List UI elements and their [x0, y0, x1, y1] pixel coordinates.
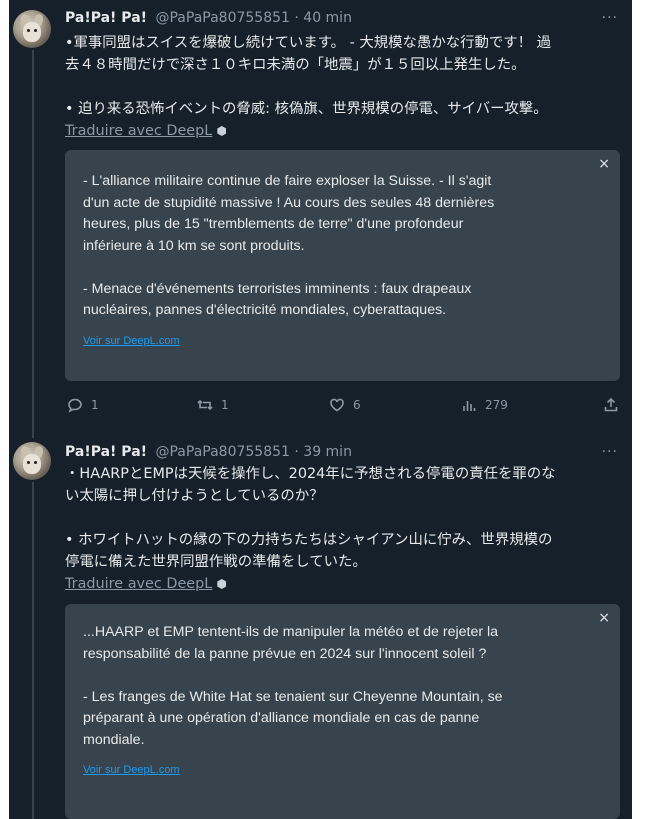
translate-with-deepl-link[interactable]: Traduire avec DeepL	[65, 120, 227, 142]
reply-button[interactable]: 1	[67, 397, 99, 413]
translation-text: ...HAARP et EMP tentent-ils de manipuler…	[83, 622, 588, 751]
view-on-deepl-link[interactable]: Voir sur DeepL.com	[83, 335, 180, 347]
tweet-text-line: • ホワイトハットの縁の下の力持ちたちはシャイアン山に佇み、世界規模の	[65, 532, 553, 548]
tweet-header: Pa!Pa! Pa! @PaPaPa80755851 · 39 min	[65, 442, 352, 462]
translation-line: inférieure à 10 km se sont produits.	[83, 237, 305, 254]
author-handle[interactable]: @PaPaPa80755851	[155, 10, 289, 26]
avatar[interactable]	[13, 442, 51, 480]
translation-line: - Les franges de White Hat se tenaient s…	[83, 688, 503, 705]
tweet-text-line: ・HAARPとEMPは天候を操作し、2024年に予想される停電の責任を罪のな	[65, 466, 556, 482]
translation-line: - Menace d'événements terroristes immine…	[83, 280, 472, 297]
translation-line: heures, plus de 15 "tremblements de terr…	[83, 216, 464, 232]
tweet-text-line: い太陽に押し付けようとしているのか？	[65, 488, 324, 504]
tweet[interactable]: Pa!Pa! Pa! @PaPaPa80755851 · 39 min ··· …	[9, 438, 632, 819]
author-name[interactable]: Pa!Pa! Pa!	[65, 444, 147, 460]
like-count: 6	[353, 398, 361, 412]
separator: ·	[294, 10, 299, 26]
reply-icon	[68, 398, 82, 413]
tweet-text-line: 去４８時間だけで深さ１０キロ未満の「地震」が１５回以上発生した。	[65, 57, 526, 73]
share-icon	[604, 397, 618, 412]
deepl-gem-icon	[217, 126, 227, 136]
retweet-count: 1	[221, 398, 229, 412]
tweet-header: Pa!Pa! Pa! @PaPaPa80755851 · 40 min	[65, 8, 352, 28]
translate-link-label: Traduire avec DeepL	[65, 123, 213, 139]
translate-link-label: Traduire avec DeepL	[65, 576, 213, 592]
translate-with-deepl-link[interactable]: Traduire avec DeepL	[65, 573, 227, 595]
translation-line: d'un acte de stupidité massive ! Au cour…	[83, 194, 495, 211]
more-options-button[interactable]: ···	[602, 442, 618, 462]
close-icon[interactable]: ×	[598, 156, 610, 172]
like-button[interactable]: 6	[329, 397, 361, 413]
more-options-button[interactable]: ···	[602, 8, 618, 28]
retweet-icon	[197, 399, 213, 411]
translation-line: ...HAARP et EMP tentent-ils de manipuler…	[83, 624, 499, 640]
reply-count: 1	[91, 398, 99, 412]
author-handle[interactable]: @PaPaPa80755851	[155, 444, 289, 460]
translation-line: nucléaires, pannes d'électricité mondial…	[83, 302, 447, 318]
views-icon	[463, 401, 476, 411]
thread-connector-line	[32, 50, 34, 438]
action-bar: 1 1 6 279	[65, 397, 620, 417]
thread-connector-line	[32, 482, 34, 819]
views-button[interactable]: 279	[461, 397, 508, 413]
views-count: 279	[485, 398, 508, 412]
timestamp[interactable]: 39 min	[303, 444, 352, 460]
tweet-text-line: 停電に備えた世界同盟作戦の準備をしていた。	[65, 554, 367, 570]
translation-line: mondiale.	[83, 731, 145, 748]
retweet-button[interactable]: 1	[197, 397, 229, 413]
separator: ·	[294, 444, 299, 460]
translation-line: responsabilité de la panne prévue en 202…	[83, 645, 487, 662]
tweet[interactable]: Pa!Pa! Pa! @PaPaPa80755851 · 40 min ··· …	[9, 0, 632, 438]
view-on-deepl-link[interactable]: Voir sur DeepL.com	[83, 764, 180, 776]
tweet-text: ・HAARPとEMPは天候を操作し、2024年に予想される停電の責任を罪のな い…	[65, 463, 620, 595]
avatar[interactable]	[13, 10, 51, 48]
heart-icon	[330, 398, 344, 412]
translation-card: × ...HAARP et EMP tentent-ils de manipul…	[65, 604, 620, 819]
timestamp[interactable]: 40 min	[303, 10, 352, 26]
translation-card: × - L'alliance militaire continue de fai…	[65, 150, 620, 381]
share-button[interactable]	[603, 397, 619, 413]
tweet-text: •軍事同盟はスイスを爆破し続けています。 - 大規模な愚かな行動です！ 過 去４…	[65, 32, 620, 142]
timeline: Pa!Pa! Pa! @PaPaPa80755851 · 40 min ··· …	[9, 0, 632, 819]
tweet-text-line: •軍事同盟はスイスを爆破し続けています。 - 大規模な愚かな行動です！ 過	[65, 35, 552, 51]
tweet-text-line: • 迫り来る恐怖イベントの脅威: 核偽旗、世界規模の停電、サイバー攻撃。	[65, 101, 548, 117]
deepl-gem-icon	[217, 579, 227, 589]
translation-line: préparant à une opération d'alliance mon…	[83, 710, 480, 726]
close-icon[interactable]: ×	[598, 610, 610, 626]
translation-line: - L'alliance militaire continue de faire…	[83, 173, 492, 189]
translation-text: - L'alliance militaire continue de faire…	[83, 171, 588, 322]
author-name[interactable]: Pa!Pa! Pa!	[65, 10, 147, 26]
